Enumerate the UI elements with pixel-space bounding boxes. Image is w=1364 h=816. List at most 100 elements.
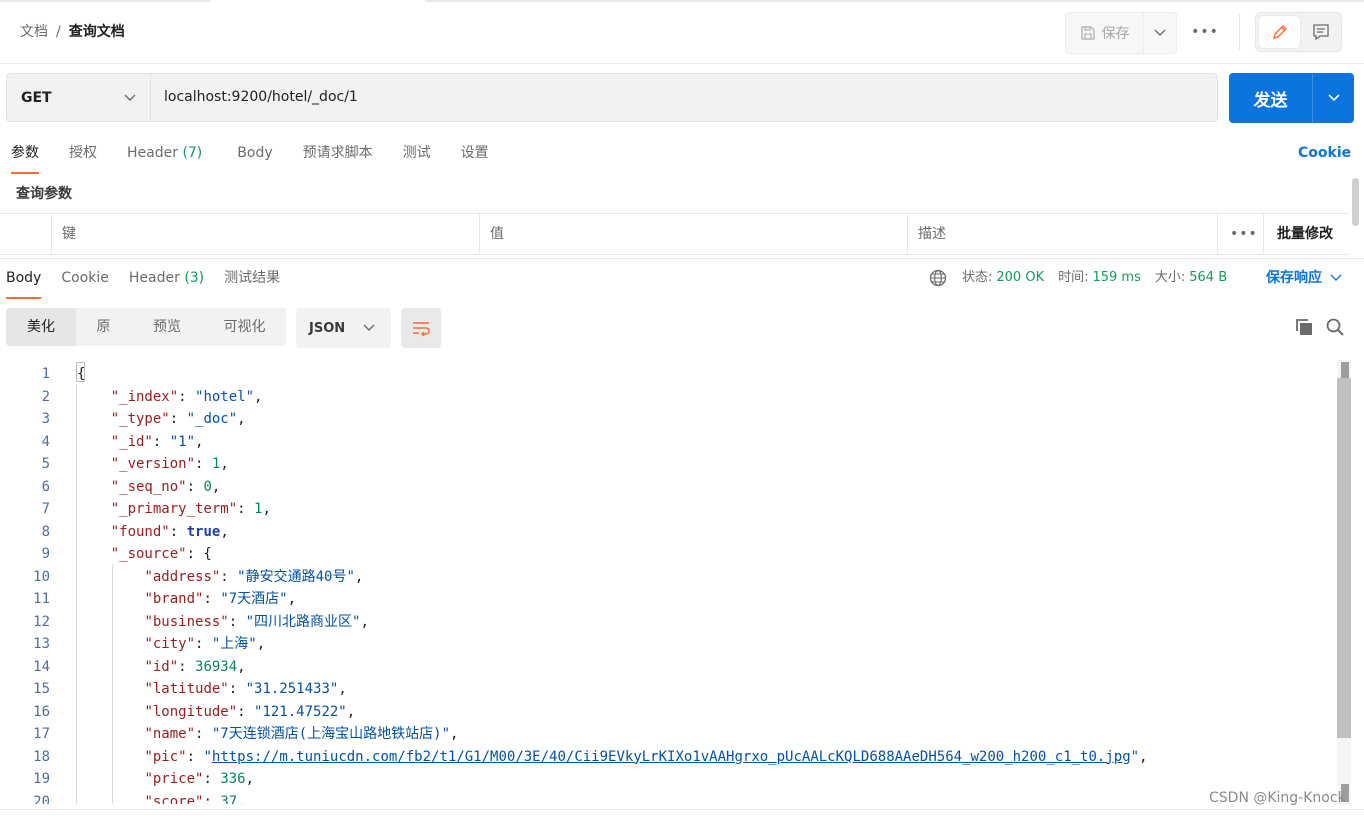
view-mode-switcher: 美化 原 预览 可视化 <box>6 308 286 346</box>
line-number: 9 <box>41 546 50 562</box>
send-button-group: 发送 <box>1229 73 1354 123</box>
column-options-button[interactable]: ••• <box>1217 214 1263 254</box>
json-token: , <box>211 478 221 495</box>
view-raw[interactable]: 原 <box>76 308 131 346</box>
json-token: , <box>346 703 356 720</box>
save-response-label: 保存响应 <box>1266 270 1322 286</box>
json-token: "1" <box>169 433 196 450</box>
breadcrumb-parent[interactable]: 文档 <box>20 24 48 40</box>
json-key: "_index" <box>110 388 179 405</box>
divider <box>0 63 1364 64</box>
code-text: "name": "7天连锁酒店(上海宝山路地铁站店)", <box>77 723 458 746</box>
line-number: 14 <box>33 658 50 675</box>
method-select[interactable]: GET <box>7 74 151 121</box>
chevron-down-icon <box>124 94 136 101</box>
json-token: , <box>1139 748 1148 765</box>
globe-icon[interactable] <box>929 269 947 287</box>
json-token: : <box>178 658 196 675</box>
json-token: "_doc" <box>186 411 238 427</box>
json-token: , <box>220 456 229 472</box>
wrap-lines-button[interactable] <box>401 308 441 348</box>
line-number: 19 <box>33 771 50 787</box>
json-key: "name" <box>144 726 196 742</box>
tab-authorization[interactable]: 授权 <box>69 143 97 163</box>
save-response-button[interactable]: 保存响应 <box>1266 268 1342 288</box>
save-button[interactable]: 保存 <box>1066 13 1144 53</box>
chevron-down-icon <box>1327 94 1340 102</box>
json-token: " <box>203 748 212 765</box>
code-text: "latitude": "31.251433", <box>77 678 346 701</box>
size-label: 大小: <box>1154 270 1186 285</box>
search-icon[interactable] <box>1325 317 1345 341</box>
save-button-group: 保存 <box>1065 12 1177 54</box>
tab-test-results[interactable]: 测试结果 <box>224 268 280 288</box>
line-number: 20 <box>33 793 50 805</box>
json-token: : <box>195 726 212 742</box>
request-url-bar: GET localhost:9200/hotel/_doc/1 <box>6 73 1218 122</box>
more-actions-button[interactable]: ••• <box>1188 22 1222 42</box>
url-input[interactable]: localhost:9200/hotel/_doc/1 <box>151 74 1217 121</box>
column-header-description: 描述 <box>907 214 1217 254</box>
edit-mode-button[interactable] <box>1259 16 1300 48</box>
params-table-header: 键 值 描述 ••• 批量修改 <box>0 213 1349 255</box>
page-title[interactable]: 查询文档 <box>69 24 125 40</box>
json-token: "四川北路商业区" <box>245 613 361 630</box>
save-dropdown-button[interactable] <box>1144 13 1175 53</box>
response-body-editor[interactable]: 1{2 "_index": "hotel", 3 "_type": "_doc",… <box>0 360 1336 804</box>
bulk-edit-button[interactable]: 批量修改 <box>1263 214 1349 254</box>
tab-params[interactable]: 参数 <box>11 143 39 174</box>
status-label: 状态: <box>962 270 993 285</box>
query-params-title: 查询参数 <box>16 186 72 202</box>
scrollbar[interactable] <box>1352 178 1359 226</box>
tab-settings[interactable]: 设置 <box>461 143 489 163</box>
json-token: " <box>1130 748 1140 765</box>
code-text: "id": 36934, <box>77 656 245 679</box>
tab-response-body[interactable]: Body <box>6 268 42 299</box>
indent-guide <box>112 564 113 804</box>
code-line: 12 "business": "四川北路商业区", <box>0 611 1336 634</box>
tab-pre-request-script[interactable]: 预请求脚本 <box>303 143 373 163</box>
view-visualize[interactable]: 可视化 <box>203 308 286 346</box>
line-number: 13 <box>33 636 50 652</box>
tab-tests[interactable]: 测试 <box>403 143 431 163</box>
code-text: "_id": "1", <box>77 431 204 454</box>
copy-icon[interactable] <box>1294 317 1314 341</box>
watermark: CSDN @King-Knock <box>1209 790 1346 806</box>
code-line: 17 "name": "7天连锁酒店(上海宝山路地铁站店)", <box>0 723 1336 746</box>
line-number: 10 <box>33 568 50 585</box>
tab-headers[interactable]: Header (7) <box>127 143 202 163</box>
tab-response-cookies[interactable]: Cookie <box>61 268 109 288</box>
scrollbar-marker <box>1341 362 1349 378</box>
json-token: , <box>254 388 263 405</box>
json-key: "business" <box>144 613 229 630</box>
tab-body[interactable]: Body <box>237 143 272 163</box>
json-token: : <box>195 456 212 472</box>
code-text: "_type": "_doc", <box>77 408 246 431</box>
comment-icon <box>1313 24 1329 41</box>
editor-scrollbar-thumb[interactable] <box>1337 378 1351 738</box>
format-select[interactable]: JSON <box>296 308 391 348</box>
bracket-match-highlight <box>76 362 85 382</box>
json-token: , <box>220 523 229 540</box>
code-text: "pic": "https://m.tuniucdn.com/fb2/t1/G1… <box>77 746 1148 769</box>
send-dropdown-button[interactable] <box>1313 73 1354 123</box>
json-link[interactable]: https://m.tuniucdn.com/fb2/t1/G1/M00/3E/… <box>212 749 1131 765</box>
code-line: 1{ <box>0 363 1336 386</box>
code-line: 20 "score": 37, <box>0 791 1336 805</box>
code-text: "longitude": "121.47522", <box>77 701 355 724</box>
view-preview[interactable]: 预览 <box>131 308 203 346</box>
send-button[interactable]: 发送 <box>1229 73 1313 123</box>
breadcrumb-separator: / <box>56 24 61 40</box>
cookies-link[interactable]: Cookie <box>1298 143 1351 163</box>
divider <box>0 809 1364 810</box>
tab-response-headers[interactable]: Header (3) <box>129 268 204 288</box>
header-count-badge: (3) <box>184 270 205 286</box>
json-token: : <box>195 636 212 652</box>
documentation-mode-button[interactable] <box>1302 16 1340 48</box>
view-pretty[interactable]: 美化 <box>6 308 76 346</box>
code-text: "_version": 1, <box>77 453 229 476</box>
